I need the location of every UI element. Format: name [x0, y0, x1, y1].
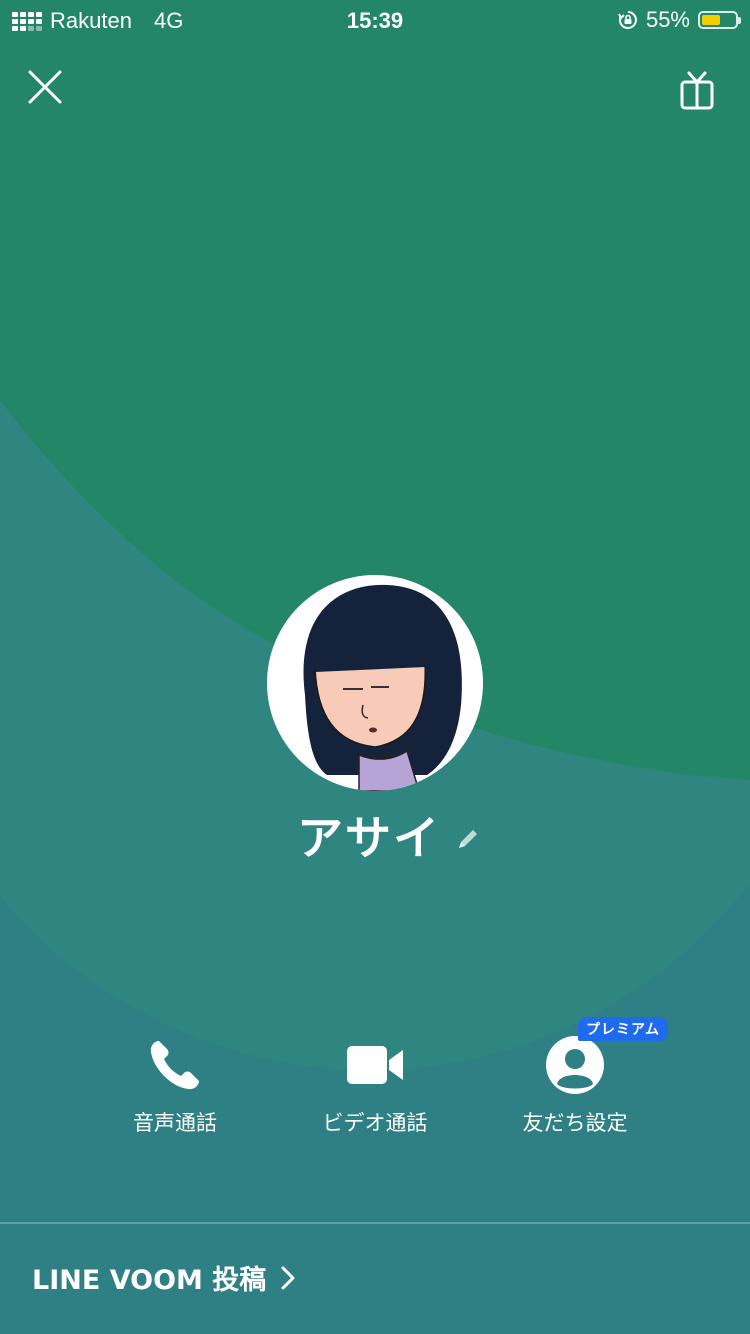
rotation-lock-icon [618, 11, 637, 29]
profile-name-row: アサイ [0, 800, 750, 870]
battery-level [702, 15, 720, 25]
person-icon [546, 1036, 604, 1094]
voice-call-label: 音声通話 [133, 1111, 217, 1135]
character-illustration [303, 584, 462, 791]
friend-settings-button[interactable]: 友だち設定 [475, 1025, 675, 1137]
battery-percent: 55% [645, 7, 690, 32]
gift-button[interactable] [674, 68, 720, 114]
friend-settings-label: 友だち設定 [522, 1111, 628, 1135]
status-bar: Rakuten 4G 15:39 55% [0, 0, 750, 40]
close-icon [28, 70, 62, 104]
action-buttons: 音声通話 ビデオ通話 友だち設定 [0, 1025, 750, 1145]
close-button[interactable] [22, 64, 68, 110]
video-camera-icon [347, 1046, 403, 1084]
gift-icon [680, 71, 714, 110]
video-call-button[interactable]: ビデオ通話 [275, 1025, 475, 1137]
chevron-right-icon [281, 1266, 295, 1289]
profile-avatar[interactable] [267, 575, 483, 791]
voice-call-button[interactable]: 音声通話 [75, 1025, 275, 1137]
pencil-icon[interactable] [453, 824, 483, 854]
premium-badge: プレミアム [578, 1017, 669, 1041]
video-call-label: ビデオ通話 [322, 1111, 428, 1135]
line-voom-posts-link[interactable]: LINE VOOM 投稿 [32, 1258, 296, 1297]
phone-icon [150, 1041, 199, 1090]
battery-icon [698, 11, 741, 29]
voom-label: LINE VOOM 投稿 [32, 1265, 267, 1296]
divider [0, 1222, 750, 1224]
profile-name: アサイ [297, 811, 441, 865]
